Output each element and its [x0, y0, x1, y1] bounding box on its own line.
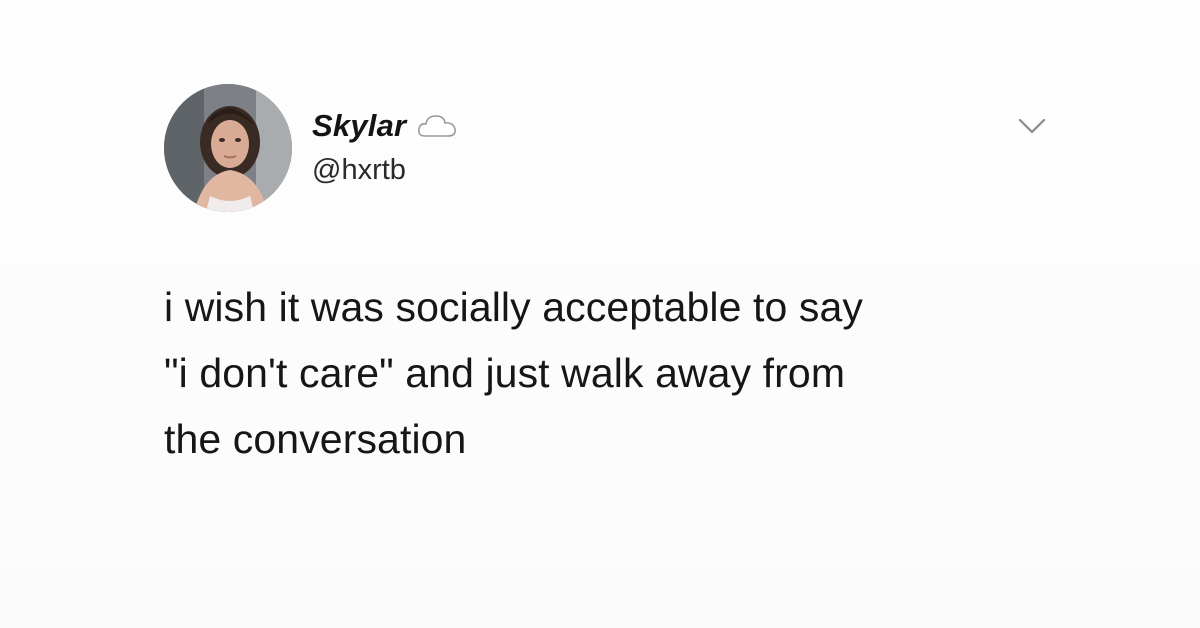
page-background: Skylar @hxrtb i wish it was socially acc… — [0, 0, 1200, 628]
tweet-text-line: the conversation — [164, 416, 467, 462]
profile-photo — [164, 84, 292, 212]
avatar[interactable] — [164, 84, 292, 212]
tweet-card: Skylar @hxrtb i wish it was socially acc… — [164, 84, 1064, 504]
display-name[interactable]: Skylar — [312, 108, 406, 144]
tweet-text-line: i wish it was socially acceptable to say — [164, 284, 864, 330]
tweet-text-line: "i don't care" and just walk away from — [164, 350, 846, 396]
tweet-text: i wish it was socially acceptable to say… — [164, 274, 1044, 472]
author-name-row: Skylar — [312, 106, 458, 146]
cloud-icon — [416, 112, 458, 140]
author-handle[interactable]: @hxrtb — [312, 154, 406, 187]
chevron-down-icon[interactable] — [1016, 114, 1048, 138]
